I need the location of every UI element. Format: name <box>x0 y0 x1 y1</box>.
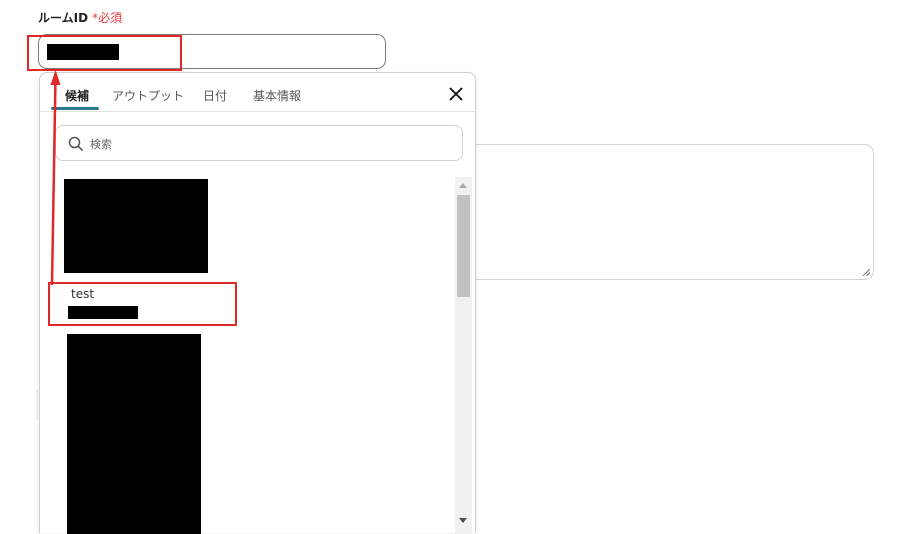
tab-candidates[interactable]: 候補 <box>65 87 89 104</box>
required-badge: *必須 <box>92 11 122 25</box>
tab-date[interactable]: 日付 <box>203 87 227 104</box>
tab-basic-info[interactable]: 基本情報 <box>253 87 301 104</box>
redacted-list-item[interactable] <box>64 179 208 273</box>
popup-tabs: 候補 アウトプット 日付 基本情報 <box>40 73 475 112</box>
annotation-highlight-test-item <box>48 282 237 326</box>
candidate-list: test <box>40 173 455 534</box>
redacted-list-item[interactable] <box>67 334 201 534</box>
room-id-label: ルームID *必須 <box>38 9 122 26</box>
search-field[interactable] <box>55 125 463 161</box>
annotation-highlight-room-id <box>27 35 182 71</box>
faint-divider <box>36 390 38 420</box>
scroll-down-arrow-icon[interactable] <box>459 518 467 523</box>
search-input[interactable] <box>88 134 452 154</box>
search-icon <box>68 136 84 152</box>
scroll-up-arrow-icon[interactable] <box>459 183 467 188</box>
required-text: 必須 <box>98 11 123 25</box>
message-textarea[interactable] <box>470 144 874 280</box>
close-icon[interactable] <box>447 85 465 103</box>
tab-output[interactable]: アウトプット <box>112 87 184 104</box>
active-tab-indicator <box>51 107 99 110</box>
list-scrollbar[interactable] <box>455 177 472 534</box>
scroll-thumb[interactable] <box>457 195 470 297</box>
room-id-label-text: ルームID <box>38 11 89 25</box>
resize-handle-icon[interactable] <box>862 268 870 276</box>
